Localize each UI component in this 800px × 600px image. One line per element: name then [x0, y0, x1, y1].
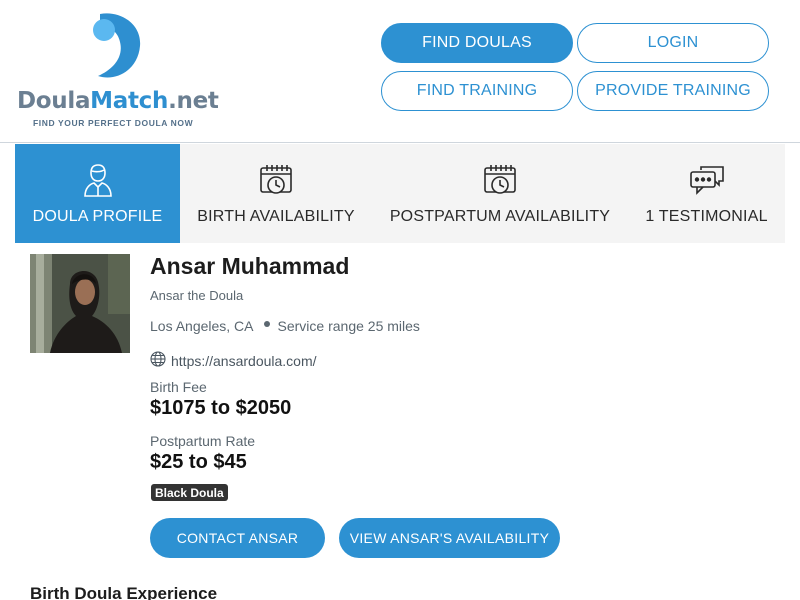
tab-doula-profile[interactable]: DOULA PROFILE	[15, 144, 180, 243]
tab-label: BIRTH AVAILABILITY	[197, 208, 355, 225]
website-link[interactable]: https://ansardoula.com/	[171, 353, 317, 369]
chat-bubbles-icon	[687, 162, 727, 198]
location-line: Los Angeles, CA Service range 25 miles	[150, 318, 420, 334]
person-icon	[78, 162, 118, 198]
logo-icon[interactable]	[90, 12, 142, 80]
profile-photo	[30, 254, 130, 353]
tab-birth-availability[interactable]: BIRTH AVAILABILITY	[180, 144, 372, 243]
birth-fee-value: $1075 to $2050	[150, 397, 292, 419]
service-range: Service range 25 miles	[277, 318, 420, 334]
logo-part-net: .net	[168, 88, 219, 114]
postpartum-rate-value: $25 to $45	[150, 451, 247, 473]
contact-button[interactable]: CONTACT ANSAR	[150, 518, 325, 558]
find-training-button[interactable]: FIND TRAINING	[381, 71, 573, 111]
tab-testimonials[interactable]: 1 TESTIMONIAL	[628, 144, 785, 243]
tab-label: DOULA PROFILE	[32, 208, 163, 225]
find-doulas-button[interactable]: FIND DOULAS	[381, 23, 573, 63]
identity-badge: Black Doula	[151, 484, 228, 501]
logo-part-match: Match	[90, 88, 169, 114]
profile-tabs: DOULA PROFILE BIRTH AVAILABILITY POSTPAR…	[15, 144, 785, 243]
calendar-clock-icon	[256, 162, 296, 198]
birth-fee-label: Birth Fee	[150, 379, 207, 395]
login-button[interactable]: LOGIN	[577, 23, 769, 63]
location-city: Los Angeles, CA	[150, 318, 254, 334]
tab-label: 1 TESTIMONIAL	[645, 208, 768, 225]
logo-part-doula: Doula	[17, 88, 91, 114]
postpartum-rate-label: Postpartum Rate	[150, 433, 256, 449]
tab-postpartum-availability[interactable]: POSTPARTUM AVAILABILITY	[372, 144, 628, 243]
site-header: DoulaMatch.net FIND YOUR PERFECT DOULA N…	[0, 0, 800, 143]
tab-label: POSTPARTUM AVAILABILITY	[389, 208, 611, 225]
provide-training-button[interactable]: PROVIDE TRAINING	[577, 71, 769, 111]
logo-tagline: FIND YOUR PERFECT DOULA NOW	[33, 118, 194, 128]
logo-wordmark[interactable]: DoulaMatch.net	[17, 88, 219, 114]
calendar-clock-icon	[480, 162, 520, 198]
experience-heading: Birth Doula Experience	[30, 584, 218, 600]
globe-icon	[150, 351, 166, 370]
doula-business-name: Ansar the Doula	[150, 288, 244, 303]
view-availability-button[interactable]: VIEW ANSAR'S AVAILABILITY	[339, 518, 560, 558]
website-line[interactable]: https://ansardoula.com/	[150, 351, 317, 370]
separator-dot	[263, 321, 270, 327]
doula-name: Ansar Muhammad	[150, 253, 350, 279]
